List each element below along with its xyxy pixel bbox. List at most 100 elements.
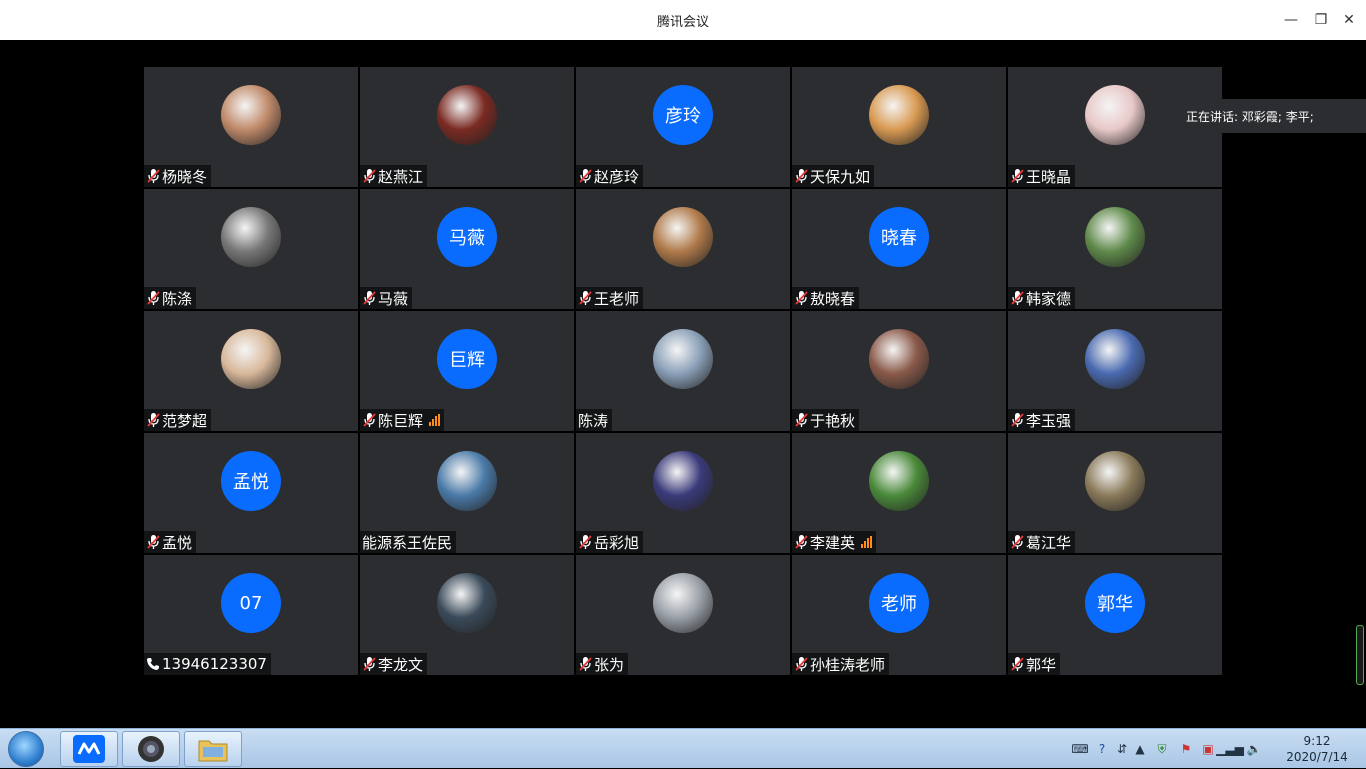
taskbar-clock[interactable]: 9:12 2020/7/14: [1282, 733, 1352, 765]
participant-namebar: 陈涛: [576, 409, 613, 431]
participant-tile[interactable]: 张为: [576, 555, 790, 675]
participant-name: 陈巨辉: [378, 411, 424, 430]
participant-tile[interactable]: 岳彩旭: [576, 433, 790, 553]
security-icon[interactable]: ▣: [1200, 741, 1216, 757]
avatar-initials: 07: [221, 573, 281, 633]
participant-tile[interactable]: 韩家德: [1008, 189, 1222, 309]
mic-muted-icon: [579, 291, 592, 305]
folder-icon: [198, 740, 228, 762]
avatar-initials: 老师: [869, 573, 929, 633]
mic-muted-icon: [795, 413, 808, 427]
participant-namebar: 葛江华: [1008, 531, 1076, 553]
start-button[interactable]: [8, 731, 44, 767]
participant-namebar: 陈巨辉: [360, 409, 445, 431]
avatar: [653, 573, 713, 633]
camera-icon: [138, 736, 164, 762]
mic-muted-icon: [795, 535, 808, 549]
close-button[interactable]: ✕: [1336, 8, 1362, 32]
participant-namebar: 马薇: [360, 287, 413, 309]
avatar-initials: 彦玲: [653, 85, 713, 145]
participant-name: 敖晓春: [810, 289, 856, 308]
participant-tile[interactable]: 赵燕江: [360, 67, 574, 187]
participant-name: 张为: [594, 655, 625, 674]
avatar: [1085, 329, 1145, 389]
participant-namebar: 赵彦玲: [576, 165, 644, 187]
speaking-indicator: 正在讲话: 邓彩霞; 李平;: [1174, 99, 1366, 133]
participant-namebar: 陈涤: [144, 287, 197, 309]
participant-namebar: 13946123307: [144, 653, 271, 675]
participant-tile[interactable]: 王老师: [576, 189, 790, 309]
participant-namebar: 韩家德: [1008, 287, 1076, 309]
mic-muted-icon: [579, 657, 592, 671]
show-hidden-icons-icon[interactable]: ▲: [1132, 741, 1148, 757]
clock-time: 9:12: [1303, 734, 1331, 748]
mic-muted-icon: [795, 291, 808, 305]
window-title: 腾讯会议: [656, 15, 709, 30]
restore-button[interactable]: ❐: [1308, 8, 1334, 32]
participant-namebar: 李建英: [792, 531, 877, 553]
mic-muted-icon: [147, 291, 160, 305]
participant-name: 赵燕江: [378, 167, 424, 186]
volume-icon[interactable]: 🔈: [1246, 741, 1262, 757]
participant-tile[interactable]: 李龙文: [360, 555, 574, 675]
participant-tile[interactable]: 彦玲赵彦玲: [576, 67, 790, 187]
mic-muted-icon: [147, 535, 160, 549]
participant-tile[interactable]: 李建英: [792, 433, 1006, 553]
mic-muted-icon: [147, 169, 160, 183]
clock-date: 2020/7/14: [1286, 750, 1348, 764]
participant-tile[interactable]: 晓春 敖晓春: [792, 189, 1006, 309]
participant-name: 孙桂涛老师: [810, 655, 886, 674]
network-signal-icon[interactable]: ▁▃▅: [1216, 741, 1244, 757]
participant-tile[interactable]: 马薇 马薇: [360, 189, 574, 309]
participant-tile[interactable]: 于艳秋: [792, 311, 1006, 431]
volume-scrollbar[interactable]: [1356, 625, 1364, 685]
avatar: [653, 451, 713, 511]
mic-muted-icon: [1011, 657, 1024, 671]
participant-namebar: 天保九如: [792, 165, 875, 187]
participant-tile[interactable]: 孟悦 孟悦: [144, 433, 358, 553]
mic-muted-icon: [1011, 535, 1024, 549]
participant-tile[interactable]: 天保九如: [792, 67, 1006, 187]
participant-tile[interactable]: 杨晓冬: [144, 67, 358, 187]
participant-name: 陈涛: [578, 411, 609, 430]
shield-icon[interactable]: ⛨: [1154, 741, 1170, 757]
mic-muted-icon: [795, 169, 808, 183]
avatar: [437, 451, 497, 511]
mic-muted-icon: [795, 657, 808, 671]
help-icon[interactable]: ?: [1094, 741, 1110, 757]
avatar: [437, 85, 497, 145]
mic-muted-icon: [363, 291, 376, 305]
avatar: [653, 207, 713, 267]
participant-tile[interactable]: 能源系王佐民: [360, 433, 574, 553]
participant-name: 赵彦玲: [594, 167, 640, 186]
avatar: [1085, 451, 1145, 511]
participant-tile[interactable]: 范梦超: [144, 311, 358, 431]
participant-tile[interactable]: 葛江华: [1008, 433, 1222, 553]
mic-muted-icon: [363, 657, 376, 671]
participant-name: 于艳秋: [810, 411, 856, 430]
participant-tile[interactable]: 老师孙桂涛老师: [792, 555, 1006, 675]
participant-name: 天保九如: [810, 167, 871, 186]
participant-tile[interactable]: 陈涤: [144, 189, 358, 309]
action-center-icon[interactable]: ⚑: [1178, 741, 1194, 757]
taskbar: ⌨ ? ⇵ ▲ ⛨ ⚑ ▣ ▁▃▅ 🔈 9:12 2020/7/14: [0, 728, 1366, 768]
participant-tile[interactable]: 郭华 郭华: [1008, 555, 1222, 675]
participant-namebar: 王晓晶: [1008, 165, 1076, 187]
participant-namebar: 李玉强: [1008, 409, 1076, 431]
keyboard-icon[interactable]: ⌨: [1071, 741, 1088, 757]
participant-tile[interactable]: 巨辉 陈巨辉: [360, 311, 574, 431]
taskbar-tencent-meeting-button[interactable]: [60, 731, 118, 767]
participant-tile[interactable]: 李玉强: [1008, 311, 1222, 431]
taskbar-file-explorer-button[interactable]: [184, 731, 242, 767]
taskbar-camera-button[interactable]: [122, 731, 180, 767]
participant-name: 范梦超: [162, 411, 208, 430]
avatar: [437, 573, 497, 633]
participant-name: 李龙文: [378, 655, 424, 674]
participant-tile[interactable]: 07 13946123307: [144, 555, 358, 675]
participant-namebar: 王老师: [576, 287, 644, 309]
language-icon[interactable]: ⇵: [1114, 741, 1130, 757]
participant-tile[interactable]: 陈涛: [576, 311, 790, 431]
mic-muted-icon: [147, 413, 160, 427]
participant-grid: 杨晓冬 赵燕江 彦玲 赵彦玲 天保九如 王晓晶 陈涤 马薇 马薇 王老师 晓春 敖晓春 韩家德 范梦超 巨辉…: [144, 67, 1222, 675]
minimize-button[interactable]: —: [1278, 8, 1304, 32]
